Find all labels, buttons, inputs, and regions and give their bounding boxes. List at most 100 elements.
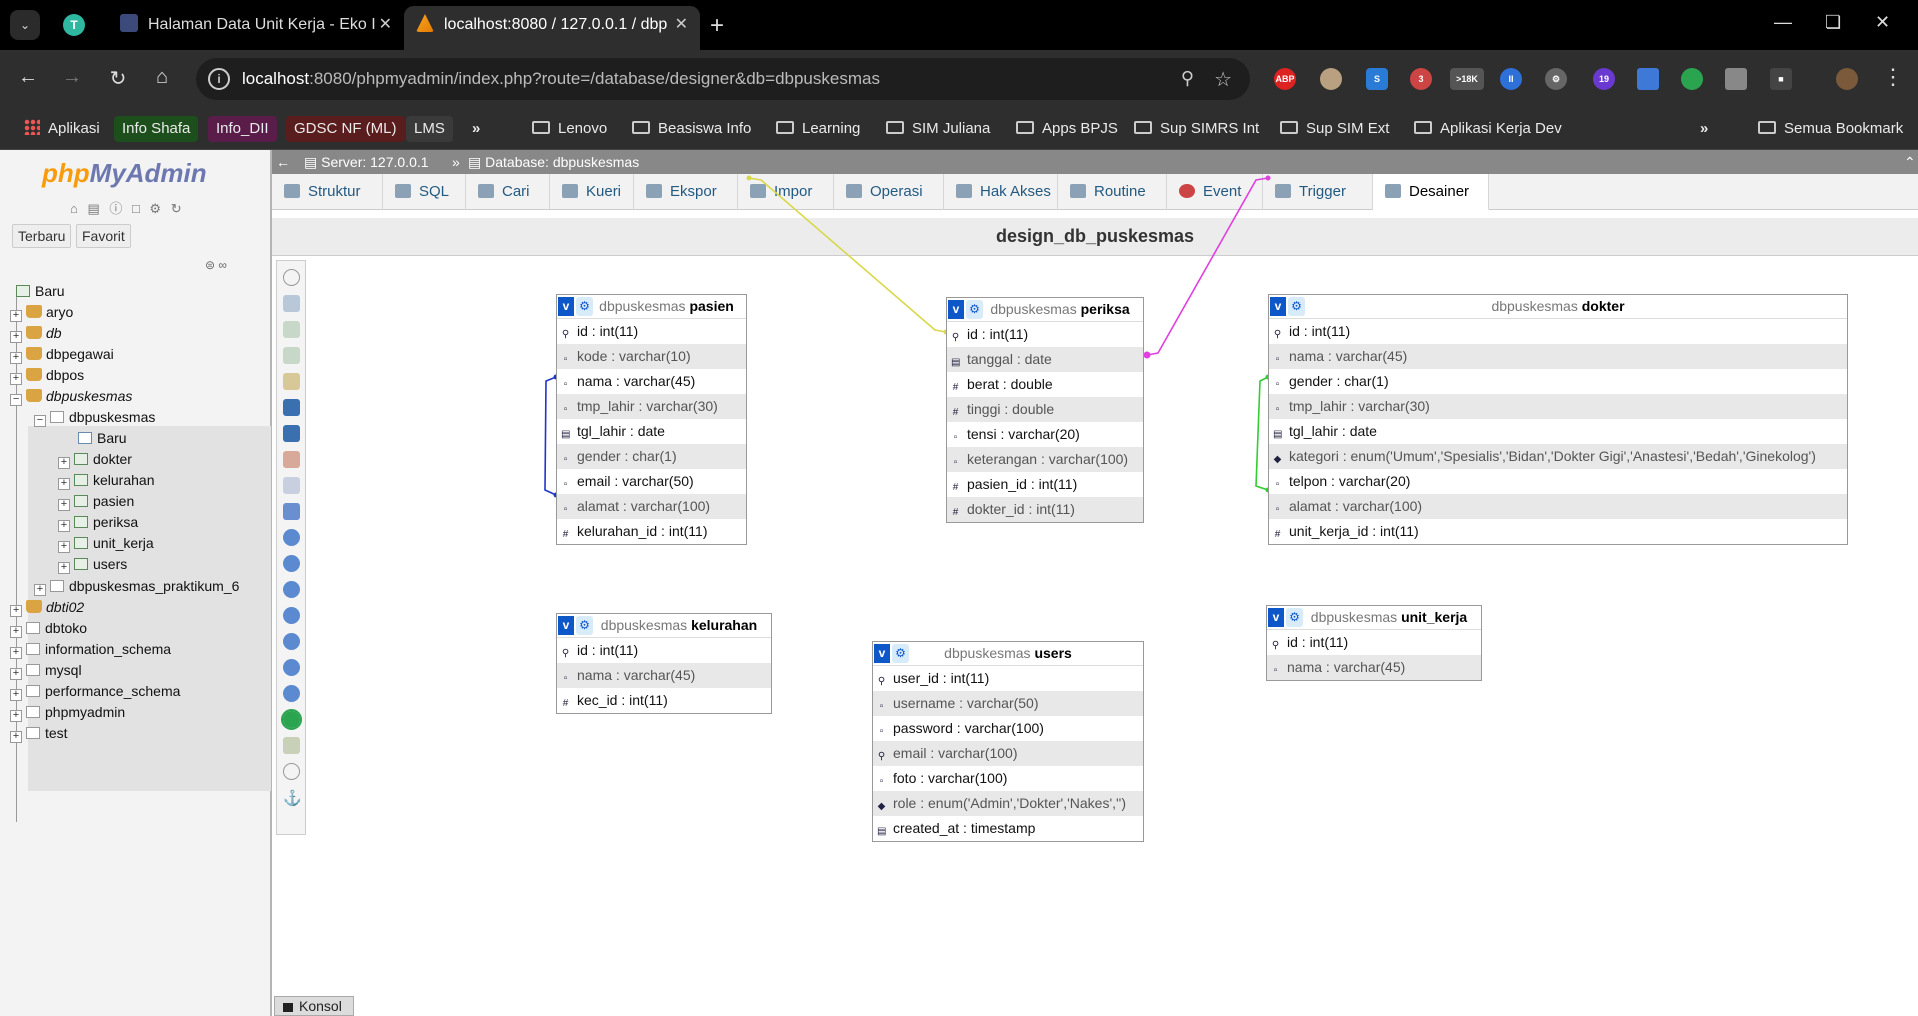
table-options-icon[interactable]: ⚙ bbox=[576, 616, 593, 635]
bookmark-folder-sim-juliana[interactable]: SIM Juliana bbox=[886, 116, 990, 142]
column-row[interactable]: ▫ gender : char(1) bbox=[557, 444, 746, 469]
expand-icon[interactable]: + bbox=[10, 668, 22, 680]
column-row[interactable]: ▫ tmp_lahir : varchar(30) bbox=[557, 394, 746, 419]
menu-routine[interactable]: Routine bbox=[1058, 174, 1167, 210]
column-row[interactable]: ▫ password : varchar(100) bbox=[873, 716, 1143, 741]
tree-db-dbtoko[interactable]: + dbtoko bbox=[10, 617, 87, 639]
home-icon[interactable]: ⌂ bbox=[148, 66, 176, 89]
column-row[interactable]: ⚲ id : int(11) bbox=[1269, 319, 1847, 344]
menu-impor[interactable]: Impor bbox=[738, 174, 834, 210]
column-row[interactable]: ▫ nama : varchar(45) bbox=[1269, 344, 1847, 369]
column-row[interactable]: ⚲ email : varchar(100) bbox=[873, 741, 1143, 766]
extension-icon[interactable] bbox=[1320, 68, 1342, 90]
toggle-columns-icon[interactable]: v bbox=[874, 644, 890, 663]
bookmark-star-icon[interactable]: ☆ bbox=[1214, 67, 1232, 92]
bookmark-folder-aplikasi-kerja[interactable]: Aplikasi Kerja Dev bbox=[1414, 116, 1562, 142]
expand-icon[interactable]: + bbox=[58, 457, 70, 469]
bookmark-gdsc[interactable]: GDSC NF (ML) bbox=[286, 116, 405, 142]
menu-trigger[interactable]: Trigger bbox=[1263, 174, 1373, 210]
tree-db-information-schema[interactable]: + information_schema bbox=[10, 638, 171, 660]
bookmarks-more-icon[interactable]: » bbox=[1700, 116, 1708, 142]
extension-counter-icon[interactable]: >18K bbox=[1450, 68, 1484, 90]
column-row[interactable]: ▤ tanggal : date bbox=[947, 347, 1143, 372]
scroll-top-icon[interactable]: ⌃ bbox=[1904, 150, 1916, 174]
menu-operasi[interactable]: Operasi bbox=[834, 174, 944, 210]
column-row[interactable]: ◆ role : enum('Admin','Dokter','Nakes',''… bbox=[873, 791, 1143, 816]
column-row[interactable]: ▫ nama : varchar(45) bbox=[1267, 655, 1481, 680]
column-row[interactable]: ⚲ id : int(11) bbox=[1267, 630, 1481, 655]
extensions-puzzle-icon[interactable]: ■ bbox=[1770, 68, 1792, 90]
column-row[interactable]: ▫ alamat : varchar(100) bbox=[557, 494, 746, 519]
bookmark-info-shafa[interactable]: Info Shafa bbox=[114, 116, 199, 142]
menu-kueri[interactable]: Kueri bbox=[550, 174, 634, 210]
tree-table-pasien[interactable]: + pasien bbox=[58, 490, 134, 512]
column-row[interactable]: ▤ tgl_lahir : date bbox=[1269, 419, 1847, 444]
designer-table-dokter[interactable]: v ⚙ dbpuskesmas dokter ⚲ id : int(11) ▫ na… bbox=[1268, 294, 1848, 545]
column-row[interactable]: ⚲ id : int(11) bbox=[947, 322, 1143, 347]
zoom-icon[interactable]: ⚲ bbox=[1181, 68, 1194, 89]
column-row[interactable]: ⚲ id : int(11) bbox=[557, 638, 771, 663]
menu-hak-akses[interactable]: Hak Akses bbox=[944, 174, 1058, 210]
expand-icon[interactable]: + bbox=[10, 731, 22, 743]
expand-icon[interactable]: + bbox=[10, 331, 22, 343]
add-tables-icon[interactable] bbox=[283, 321, 300, 338]
toggle-navigation-icon[interactable]: ← bbox=[276, 150, 290, 174]
column-row[interactable]: ▤ created_at : timestamp bbox=[873, 816, 1143, 841]
breadcrumb-database[interactable]: ▤ Database: dbpuskesmas bbox=[468, 150, 639, 174]
bookmarks-overflow-icon[interactable]: » bbox=[472, 116, 480, 142]
menu-sql[interactable]: SQL bbox=[383, 174, 466, 210]
tree-db-test[interactable]: + test bbox=[10, 722, 68, 744]
collapse-all-icon[interactable]: ⊜ ∞ bbox=[205, 258, 227, 272]
recent-tab[interactable]: Terbaru bbox=[12, 224, 72, 248]
designer-table-kelurahan[interactable]: v ⚙ dbpuskesmas kelurahan ⚲ id : int(11) … bbox=[556, 613, 772, 714]
save-as-icon[interactable] bbox=[283, 425, 300, 442]
column-row[interactable]: ▫ kode : varchar(10) bbox=[557, 344, 746, 369]
tree-db-phpmyadmin[interactable]: + phpmyadmin bbox=[10, 701, 125, 723]
column-row[interactable]: # unit_kerja_id : int(11) bbox=[1269, 519, 1847, 544]
expand-icon[interactable]: + bbox=[58, 499, 70, 511]
column-row[interactable]: ▫ telpon : varchar(20) bbox=[1269, 469, 1847, 494]
expand-icon[interactable]: + bbox=[10, 605, 22, 617]
table-options-icon[interactable]: ⚙ bbox=[892, 644, 909, 663]
bookmark-apps[interactable]: Aplikasi bbox=[24, 116, 100, 142]
extension-badge-icon[interactable]: 3 bbox=[1410, 68, 1432, 90]
bookmark-lms[interactable]: LMS bbox=[406, 116, 453, 142]
tab-unit-kerja[interactable]: Halaman Data Unit Kerja - Eko I ✕ bbox=[108, 6, 404, 50]
toggle-columns-icon[interactable]: v bbox=[948, 300, 964, 319]
minimize-icon[interactable]: — bbox=[1774, 12, 1792, 33]
console-toggle[interactable]: Konsol bbox=[274, 996, 354, 1016]
designer-table-users[interactable]: v ⚙ dbpuskesmas users ⚲ user_id : int(11)… bbox=[872, 641, 1144, 842]
expand-icon[interactable]: + bbox=[58, 478, 70, 490]
bookmark-folder-apps-bpjs[interactable]: Apps BPJS bbox=[1016, 116, 1118, 142]
reload-icon[interactable] bbox=[283, 555, 300, 572]
column-row[interactable]: ▫ tensi : varchar(20) bbox=[947, 422, 1143, 447]
tab-phpmyadmin[interactable]: localhost:8080 / 127.0.0.1 / dbp ✕ bbox=[404, 6, 700, 50]
toggle-relation-lines-icon[interactable] bbox=[281, 709, 302, 730]
back-icon[interactable]: ← bbox=[14, 66, 42, 89]
adblock-extension-icon[interactable]: ABP bbox=[1274, 68, 1296, 90]
tab-search-button[interactable]: ⌄ bbox=[10, 10, 40, 40]
tree-table-unit-kerja[interactable]: + unit_kerja bbox=[58, 532, 154, 554]
column-row[interactable]: # kelurahan_id : int(11) bbox=[557, 519, 746, 544]
new-tab-icon[interactable]: + bbox=[710, 12, 724, 40]
table-header[interactable]: v ⚙ dbpuskesmas kelurahan bbox=[557, 614, 771, 638]
table-header[interactable]: v ⚙ dbpuskesmas unit_kerja bbox=[1267, 606, 1481, 630]
tree-db-performance-schema[interactable]: + performance_schema bbox=[10, 680, 180, 702]
extension-gear-icon[interactable]: ⚙ bbox=[1545, 68, 1567, 90]
favorites-tab[interactable]: Favorit bbox=[76, 224, 131, 248]
bookmark-folder-sup-sim-ext[interactable]: Sup SIM Ext bbox=[1280, 116, 1389, 142]
tree-table-users[interactable]: + users bbox=[58, 553, 127, 575]
toggle-columns-icon[interactable]: v bbox=[558, 616, 574, 635]
expand-icon[interactable]: + bbox=[10, 373, 22, 385]
tree-db-dbti02[interactable]: + dbti02 bbox=[10, 596, 84, 618]
collapse-icon[interactable]: − bbox=[34, 415, 46, 427]
expand-icon[interactable]: + bbox=[34, 584, 46, 596]
designer-table-unit-kerja[interactable]: v ⚙ dbpuskesmas unit_kerja ⚲ id : int(11)… bbox=[1266, 605, 1482, 681]
expand-icon[interactable]: + bbox=[58, 520, 70, 532]
extension-notification-icon[interactable]: 19 bbox=[1593, 68, 1615, 90]
pin-text-icon[interactable]: ⚓ bbox=[283, 789, 302, 807]
choose-column-icon[interactable] bbox=[283, 529, 300, 546]
column-row[interactable]: ▫ alamat : varchar(100) bbox=[1269, 494, 1847, 519]
bookmark-folder-sup-simrs[interactable]: Sup SIMRS Int bbox=[1134, 116, 1259, 142]
toggle-columns-icon[interactable]: v bbox=[1270, 297, 1286, 316]
